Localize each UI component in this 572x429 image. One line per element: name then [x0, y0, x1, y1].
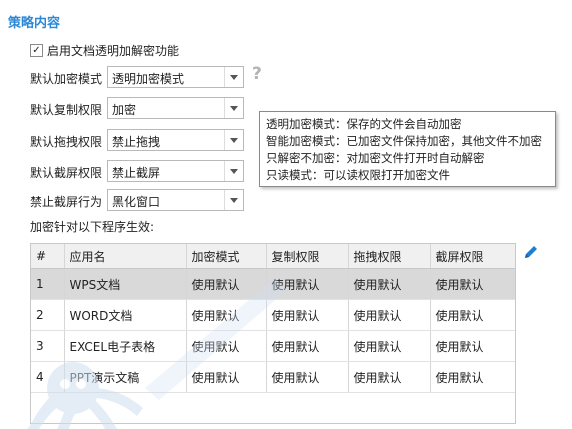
- default-copy-permission-label: 默认复制权限: [30, 103, 103, 117]
- enable-transparent-crypto-checkbox[interactable]: ✓ 启用文档透明加解密功能: [30, 42, 179, 59]
- column-header-app-name[interactable]: 应用名: [64, 244, 187, 269]
- default-drag-permission-select[interactable]: 禁止拖拽: [107, 129, 244, 151]
- default-encrypt-mode-select[interactable]: 透明加密模式: [107, 66, 244, 88]
- table-cell: 使用默认: [186, 361, 267, 393]
- chevron-down-icon[interactable]: [224, 190, 243, 210]
- table-cell: 使用默认: [266, 268, 349, 300]
- select-value: 黑化窗口: [112, 195, 161, 209]
- table-cell: EXCEL电子表格: [64, 330, 187, 362]
- tooltip-line: 透明加密模式：保存的文件会自动加密: [266, 117, 462, 131]
- table-cell: WORD文档: [64, 299, 187, 331]
- default-encrypt-mode-label: 默认加密模式: [30, 72, 103, 86]
- default-screenshot-permission-label: 默认截屏权限: [30, 166, 103, 180]
- column-header-drag-permission[interactable]: 拖拽权限: [348, 244, 431, 269]
- table-cell: 使用默认: [430, 268, 515, 300]
- column-header-index[interactable]: #: [31, 244, 65, 269]
- chevron-down-icon[interactable]: [224, 67, 243, 87]
- section-title: 策略内容: [8, 16, 61, 31]
- enable-checkbox-label: 启用文档透明加解密功能: [47, 44, 180, 58]
- table-cell: 使用默认: [348, 299, 431, 331]
- table-row[interactable]: 4 PPT演示文稿 使用默认 使用默认 使用默认 使用默认: [31, 361, 515, 393]
- default-screenshot-permission-select[interactable]: 禁止截屏: [107, 160, 244, 182]
- table-cell: 使用默认: [348, 330, 431, 362]
- table-cell: 使用默认: [266, 299, 349, 331]
- program-table: # 应用名 加密模式 复制权限 拖拽权限 截屏权限 1 WPS文档 使用默认 使…: [30, 243, 516, 424]
- table-cell: 使用默认: [430, 299, 515, 331]
- chevron-down-icon[interactable]: [224, 161, 243, 181]
- default-drag-permission-label: 默认拖拽权限: [30, 135, 103, 149]
- table-cell: 使用默认: [186, 330, 267, 362]
- table-row[interactable]: 2 WORD文档 使用默认 使用默认 使用默认 使用默认: [31, 299, 515, 331]
- select-value: 透明加密模式: [112, 72, 185, 86]
- table-cell: 4: [31, 361, 65, 393]
- table-cell: 使用默认: [186, 299, 267, 331]
- column-header-encrypt-mode[interactable]: 加密模式: [186, 244, 267, 269]
- table-cell: 使用默认: [186, 268, 267, 300]
- table-cell: 使用默认: [266, 330, 349, 362]
- program-list-caption: 加密针对以下程序生效:: [30, 220, 155, 234]
- tooltip-line: 只读模式：可以读权限打开加密文件: [266, 168, 450, 182]
- encrypt-mode-help-tooltip: 透明加密模式：保存的文件会自动加密 智能加密模式：已加密文件保持加密，其他文件不…: [259, 111, 556, 187]
- table-cell: 使用默认: [266, 361, 349, 393]
- table-cell: 1: [31, 268, 65, 300]
- table-cell: 使用默认: [348, 268, 431, 300]
- block-screenshot-behavior-label: 禁止截屏行为: [30, 195, 103, 209]
- select-value: 禁止拖拽: [112, 135, 161, 149]
- default-copy-permission-select[interactable]: 加密: [107, 97, 244, 119]
- chevron-down-icon[interactable]: [224, 98, 243, 118]
- table-cell: WPS文档: [64, 268, 187, 300]
- column-header-screenshot-permission[interactable]: 截屏权限: [430, 244, 515, 269]
- table-cell: 使用默认: [348, 361, 431, 393]
- checkbox-box[interactable]: ✓: [30, 44, 43, 57]
- table-header-row: # 应用名 加密模式 复制权限 拖拽权限 截屏权限: [31, 244, 515, 269]
- pencil-icon[interactable]: [523, 244, 539, 260]
- select-value: 禁止截屏: [112, 166, 161, 180]
- table-row[interactable]: 3 EXCEL电子表格 使用默认 使用默认 使用默认 使用默认: [31, 330, 515, 362]
- tooltip-line: 智能加密模式：已加密文件保持加密，其他文件不加密: [266, 134, 542, 148]
- column-header-copy-permission[interactable]: 复制权限: [266, 244, 349, 269]
- table-cell: PPT演示文稿: [64, 361, 187, 393]
- table-cell: 2: [31, 299, 65, 331]
- tooltip-line: 只解密不加密：对加密文件打开时自动解密: [266, 151, 485, 165]
- table-cell: 使用默认: [430, 330, 515, 362]
- table-cell: 3: [31, 330, 65, 362]
- chevron-down-icon[interactable]: [224, 130, 243, 150]
- select-value: 加密: [112, 103, 137, 117]
- question-mark-icon[interactable]: ?: [252, 64, 262, 84]
- block-screenshot-behavior-select[interactable]: 黑化窗口: [107, 189, 244, 211]
- table-row[interactable]: 1 WPS文档 使用默认 使用默认 使用默认 使用默认: [31, 268, 515, 300]
- table-cell: 使用默认: [430, 361, 515, 393]
